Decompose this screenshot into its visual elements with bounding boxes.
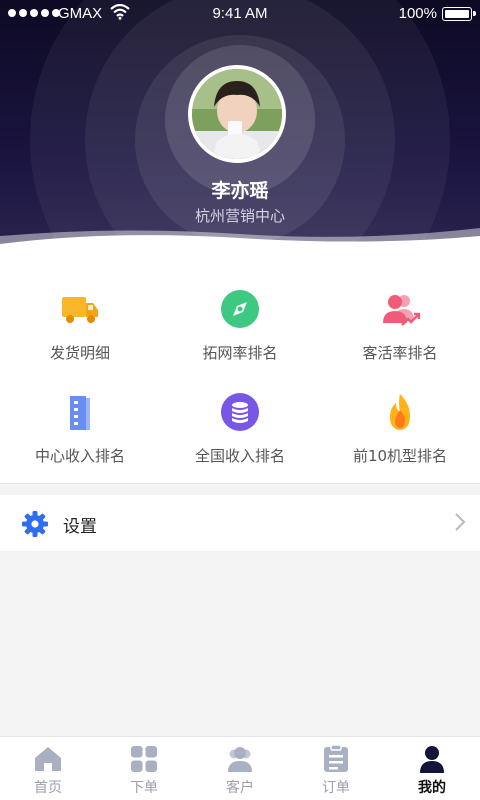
profile-header: GMAX 9:41 AM 100% 李亦瑶 杭州营销中心 <box>0 0 480 262</box>
compass-icon <box>221 290 259 328</box>
users-trend-icon <box>383 295 420 326</box>
grid-item-active-rank[interactable]: 客活率排名 <box>320 265 480 365</box>
grid-label: 前10机型排名 <box>352 447 448 465</box>
grid-item-shipping[interactable]: 发货明细 <box>0 265 160 365</box>
tab-order[interactable]: 下单 <box>96 737 192 800</box>
grid-label: 发货明细 <box>49 344 110 362</box>
battery-icon <box>442 7 476 21</box>
user-name: 李亦瑶 <box>211 180 269 202</box>
person-icon <box>420 746 444 773</box>
customers-icon <box>228 747 252 772</box>
grid-item-center-income[interactable]: 中心收入排名 <box>0 368 160 468</box>
grid-icon <box>131 746 157 772</box>
home-icon <box>35 747 61 771</box>
building-icon <box>70 396 90 430</box>
tab-bar: 首页 下单 客户 订单 我的 <box>0 736 480 800</box>
grid-item-network-rank[interactable]: 拓网率排名 <box>160 265 320 365</box>
status-bar: GMAX 9:41 AM 100% <box>0 0 480 28</box>
flame-icon <box>390 394 410 430</box>
grid-item-top10-models[interactable]: 前10机型排名 <box>320 368 480 468</box>
tab-label: 客户 <box>226 780 254 796</box>
tab-orders[interactable]: 订单 <box>288 737 384 800</box>
settings-row[interactable]: 设置 <box>0 495 480 551</box>
grid-label: 拓网率排名 <box>202 344 278 362</box>
chevron-right-icon <box>455 513 466 531</box>
tab-label: 首页 <box>34 780 62 796</box>
tab-label: 订单 <box>322 780 350 796</box>
coin-stack-icon <box>221 393 259 431</box>
tab-home[interactable]: 首页 <box>0 737 96 800</box>
avatar-photo <box>192 69 282 159</box>
gear-icon <box>22 511 48 537</box>
feature-grid: 发货明细 拓网率排名 客活率排名 中心收入排名 全国收入排名 前10机型排名 <box>0 262 480 484</box>
settings-label: 设置 <box>63 517 97 537</box>
tab-label: 我的 <box>418 780 446 796</box>
grid-item-national-income[interactable]: 全国收入排名 <box>160 368 320 468</box>
avatar[interactable] <box>188 65 286 163</box>
tab-me[interactable]: 我的 <box>384 737 480 800</box>
tab-label: 下单 <box>130 780 158 796</box>
grid-label: 全国收入排名 <box>194 447 285 465</box>
tab-customers[interactable]: 客户 <box>192 737 288 800</box>
orders-icon <box>324 744 348 772</box>
truck-icon <box>62 297 98 323</box>
battery-percentage: 100% <box>398 5 437 22</box>
header-wave <box>0 228 480 262</box>
grid-label: 客活率排名 <box>362 344 438 362</box>
grid-label: 中心收入排名 <box>34 447 125 465</box>
